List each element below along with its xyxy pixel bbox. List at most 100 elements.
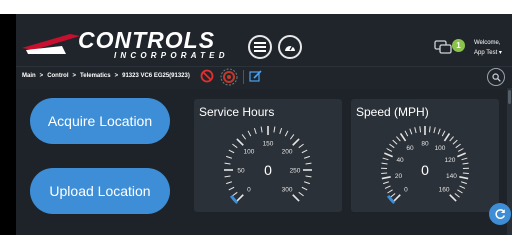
breadcrumb: Main > Control > Telematics >91323 VC6 EG25(9… [22,73,190,79]
gauge-tick-label: 250 [290,168,301,175]
gauge-minor-tick [457,189,463,194]
service-hours-gauge: 0 50 100 150 200 250 300 0 [224,126,312,205]
gauge-minor-tick [232,191,238,197]
gauge-minor-tick [303,155,311,159]
gauge-minor-tick [433,127,436,134]
toolbar-divider [243,70,244,84]
app-window: CONTROLS INCORPORATED 1 Welcome, App Tes… [16,14,512,235]
brand-logo[interactable]: CONTROLS INCORPORATED [22,27,252,62]
gauge-minor-tick [382,157,389,161]
acquire-location-button[interactable]: Acquire Location [30,98,170,144]
breadcrumb-separator: > [72,73,77,79]
status-gear-icon[interactable] [220,68,238,86]
gauge-minor-tick [454,193,460,198]
gauge-tick-label: 80 [421,141,429,148]
menu-button[interactable] [248,35,272,59]
gauge-tick-label: 40 [396,157,404,164]
gauge-major-tick [236,194,244,202]
gauge-minor-tick [382,181,390,185]
dashboard-button[interactable] [278,35,302,59]
logo-swoosh-icon [22,34,80,54]
username-label: App Test ▾ [474,50,502,56]
gauge-minor-tick [462,162,469,165]
left-frame-edge [0,14,16,235]
breadcrumb-main[interactable]: Main [22,73,36,79]
gauge-tick-label: 100 [243,148,254,155]
gauge-tick-label: 300 [282,187,293,194]
gauge-minor-tick [228,149,235,154]
gauge-major-tick [443,132,451,142]
gauge-minor-tick [428,126,431,133]
gauge-minor-tick [232,143,238,149]
gauge-minor-tick [228,186,235,191]
gauge-minor-tick [305,175,312,178]
gauge-minor-tick [459,185,466,189]
gauge-minor-tick [303,181,311,185]
gauge-minor-tick [455,143,461,149]
gauge-minor-tick [273,126,276,133]
speed-gauge: 0204060801001201401600 [381,126,469,205]
search-button[interactable] [487,68,505,86]
breadcrumb-separator: > [114,73,119,79]
breadcrumb-telematics[interactable]: Telematics [80,73,111,79]
edit-icon[interactable] [249,70,262,83]
service-hours-card: Service Hours 0 50 100 150 200 250 300 0 [194,99,342,212]
gauge-tick-label: 200 [282,148,293,155]
brand-tagline: INCORPORATED [114,51,229,60]
gauge-value: 0 [421,162,429,178]
gauge-tick-label: 160 [439,187,450,194]
gauge-major-tick [449,194,457,202]
gauge-minor-tick [241,134,247,140]
upload-location-button[interactable]: Upload Location [30,168,170,214]
disabled-icon[interactable] [200,69,214,83]
gauge-minor-tick [301,186,308,191]
breadcrumb-separator: > [39,73,44,79]
gauge-value: 0 [264,162,272,178]
gauge-minor-tick [441,130,446,137]
gauge-minor-tick [224,175,231,178]
gauge-major-tick [459,176,469,180]
gauge-minor-tick [298,143,304,149]
gauge-minor-tick [389,143,395,149]
gauge-tick-label: 120 [445,157,456,164]
speedometer-icon [285,45,295,51]
gauge-minor-tick [279,127,283,135]
welcome-label: Welcome, [474,40,501,46]
user-menu[interactable]: Welcome, App Test ▾ [474,38,502,58]
gauge-major-tick [399,132,407,142]
messages-icon[interactable] [434,40,454,56]
gauge-minor-tick [224,162,231,165]
search-icon [491,72,501,82]
gauge-minor-tick [404,130,409,137]
breadcrumb-device: 91323 VC6 EG25(91323) [122,73,190,79]
speed-card: Speed (MPH) 0 20 40 60 80 100 120 140 160 0 [351,99,499,212]
gauge-minor-tick [225,155,233,159]
gauge-minor-tick [409,128,413,135]
scrollbar-thumb[interactable] [508,90,511,104]
gauge-minor-tick [253,127,257,135]
gauge-minor-tick [392,139,398,145]
gauge-major-tick [457,152,466,158]
message-count-badge: 1 [452,39,465,52]
gauge-tick-label: 150 [263,141,274,148]
gauge-minor-tick [414,127,417,134]
gauge-minor-tick [449,136,454,142]
gauge-minor-tick [390,193,396,198]
gauge-minor-tick [419,126,422,133]
gauge-minor-tick [461,157,468,161]
top-header: CONTROLS INCORPORATED 1 Welcome, App Tes… [16,14,512,66]
gauge-minor-tick [298,191,304,197]
gauge-minor-tick [396,136,401,142]
gauge-minor-tick [437,128,441,135]
refresh-icon [495,209,506,220]
brand-name: CONTROLS [78,27,216,53]
gauge-tick-label: 50 [237,168,245,175]
gauge-minor-tick [386,148,393,152]
hamburger-icon [254,42,266,52]
gauge-value-arc [229,194,239,205]
breadcrumb-control[interactable]: Control [47,73,68,79]
gauge-major-tick [384,152,393,158]
gauge-minor-tick [225,181,233,185]
refresh-button[interactable] [489,203,511,225]
gauge-minor-tick [247,130,252,137]
